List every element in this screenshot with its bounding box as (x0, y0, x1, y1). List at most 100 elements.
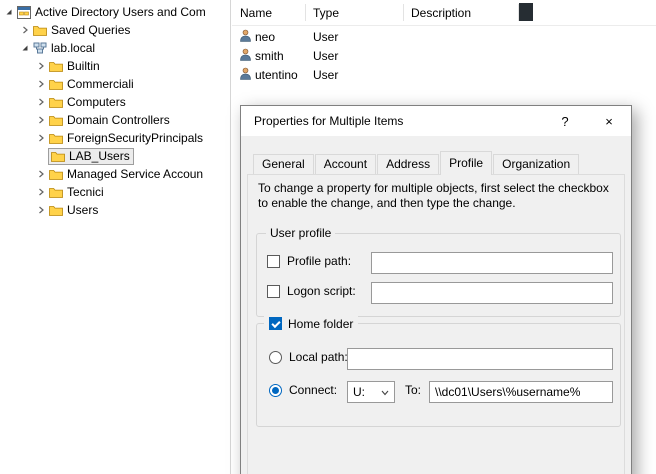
dropdown-chevron-icon (381, 385, 389, 399)
home-folder-group: Home folder Local path: Connect: U: To: (256, 323, 621, 427)
logon-script-input[interactable] (371, 282, 613, 304)
home-folder-row[interactable]: Home folder (264, 315, 358, 332)
tree-item-saved-queries[interactable]: Saved Queries (0, 21, 230, 39)
to-label: To: (405, 383, 421, 398)
list-cell-name: smith (255, 49, 284, 63)
connect-radio[interactable] (269, 384, 282, 397)
tree-item-label: Domain Controllers (64, 113, 170, 127)
tree-item-label: Computers (64, 95, 126, 109)
tree-item-foreignsecurityprincipals[interactable]: ForeignSecurityPrincipals (0, 129, 230, 147)
user-profile-group-label: User profile (266, 226, 335, 241)
tree-item-label: Tecnici (64, 185, 104, 199)
folder-icon (48, 169, 64, 180)
chevron-collapsed-icon[interactable] (34, 62, 48, 70)
chevron-collapsed-icon[interactable] (34, 206, 48, 214)
ou-folder-icon (48, 115, 64, 126)
folder-icon (48, 97, 64, 108)
drive-letter-dropdown[interactable]: U: (347, 381, 395, 403)
tab-strip: General Account Address Profile Organiza… (253, 151, 580, 175)
connect-label: Connect: (289, 383, 337, 398)
folder-icon (48, 61, 64, 72)
list-header: Name Type Description (232, 0, 656, 26)
chevron-expanded-icon[interactable] (2, 8, 16, 16)
profile-path-input[interactable] (371, 252, 613, 274)
column-header-description[interactable]: Description (411, 6, 656, 20)
tree-item-label: ForeignSecurityPrincipals (64, 131, 203, 145)
ou-folder-icon (48, 187, 64, 198)
tree-item-label: Saved Queries (48, 23, 130, 37)
header-dark-artifact (519, 3, 533, 21)
chevron-collapsed-icon[interactable] (34, 98, 48, 106)
tree-item-label: Active Directory Users and Com (32, 5, 206, 19)
properties-description: To change a property for multiple object… (258, 181, 612, 211)
tab-profile[interactable]: Profile (440, 151, 492, 175)
tree-item-lab-users[interactable]: LAB_Users (0, 147, 230, 165)
column-separator[interactable] (305, 4, 306, 21)
tree-item-computers[interactable]: Computers (0, 93, 230, 111)
home-folder-checkbox[interactable] (269, 317, 282, 330)
list-cell-type: User (313, 30, 411, 44)
tree-item-label: Users (64, 203, 98, 217)
user-icon (240, 48, 251, 64)
local-path-radio[interactable] (269, 351, 282, 364)
ou-folder-icon (48, 79, 64, 90)
drive-letter-value: U: (353, 385, 365, 399)
dialog-titlebar[interactable]: Properties for Multiple Items ? × (241, 106, 631, 136)
tree-item-label: Commerciali (64, 77, 134, 91)
logon-script-checkbox[interactable] (267, 285, 280, 298)
home-folder-label: Home folder (288, 317, 353, 331)
close-button[interactable]: × (587, 106, 631, 136)
chevron-expanded-icon[interactable] (18, 44, 32, 52)
home-folder-path-input[interactable] (429, 381, 613, 403)
tree-item-managed-service-accounts[interactable]: Managed Service Accoun (0, 165, 230, 183)
column-header-name[interactable]: Name (232, 6, 313, 20)
help-button[interactable]: ? (543, 106, 587, 136)
profile-path-checkbox[interactable] (267, 255, 280, 268)
aduc-window: Active Directory Users and Com Saved Que… (0, 0, 656, 474)
folder-icon (32, 25, 48, 36)
list-row-neo[interactable]: neo User (232, 27, 656, 46)
tree-item-users[interactable]: Users (0, 201, 230, 219)
list-row-smith[interactable]: smith User (232, 46, 656, 65)
selected-tree-node[interactable]: LAB_Users (48, 148, 134, 165)
chevron-collapsed-icon[interactable] (34, 80, 48, 88)
tree-item-root[interactable]: Active Directory Users and Com (0, 3, 230, 21)
domain-icon (32, 42, 48, 54)
tree-item-domain-controllers[interactable]: Domain Controllers (0, 111, 230, 129)
chevron-collapsed-icon[interactable] (18, 26, 32, 34)
column-header-type[interactable]: Type (313, 6, 411, 20)
console-root-icon (16, 6, 32, 19)
chevron-collapsed-icon[interactable] (34, 188, 48, 196)
user-profile-group: User profile Profile path: Logon script: (256, 233, 621, 317)
profile-tab-panel: To change a property for multiple object… (247, 174, 625, 474)
chevron-collapsed-icon[interactable] (34, 170, 48, 178)
tab-address[interactable]: Address (377, 154, 439, 174)
local-path-input[interactable] (347, 348, 613, 370)
tree-item-lab-local[interactable]: lab.local (0, 39, 230, 57)
list-cell-name: utentino (255, 68, 298, 82)
folder-icon (48, 133, 64, 144)
chevron-collapsed-icon[interactable] (34, 116, 48, 124)
ou-folder-icon (50, 151, 66, 162)
tree-item-tecnici[interactable]: Tecnici (0, 183, 230, 201)
tree-item-label: Builtin (64, 59, 100, 73)
tab-organization[interactable]: Organization (493, 154, 579, 174)
list-cell-type: User (313, 49, 411, 63)
list-row-utentino[interactable]: utentino User (232, 65, 656, 84)
tab-general[interactable]: General (253, 154, 314, 174)
logon-script-label: Logon script: (287, 284, 356, 299)
user-icon (240, 29, 251, 45)
user-icon (240, 67, 251, 83)
dialog-title: Properties for Multiple Items (254, 106, 403, 136)
folder-icon (48, 205, 64, 216)
tree-item-label: LAB_Users (66, 149, 130, 163)
column-separator[interactable] (403, 4, 404, 21)
tree-item-commerciali[interactable]: Commerciali (0, 75, 230, 93)
properties-dialog: Properties for Multiple Items ? × Genera… (240, 105, 632, 474)
chevron-collapsed-icon[interactable] (34, 134, 48, 142)
tree-item-label: lab.local (48, 41, 95, 55)
tree-item-builtin[interactable]: Builtin (0, 57, 230, 75)
profile-path-label: Profile path: (287, 254, 351, 269)
tree-item-label: Managed Service Accoun (64, 167, 203, 181)
tab-account[interactable]: Account (315, 154, 376, 174)
